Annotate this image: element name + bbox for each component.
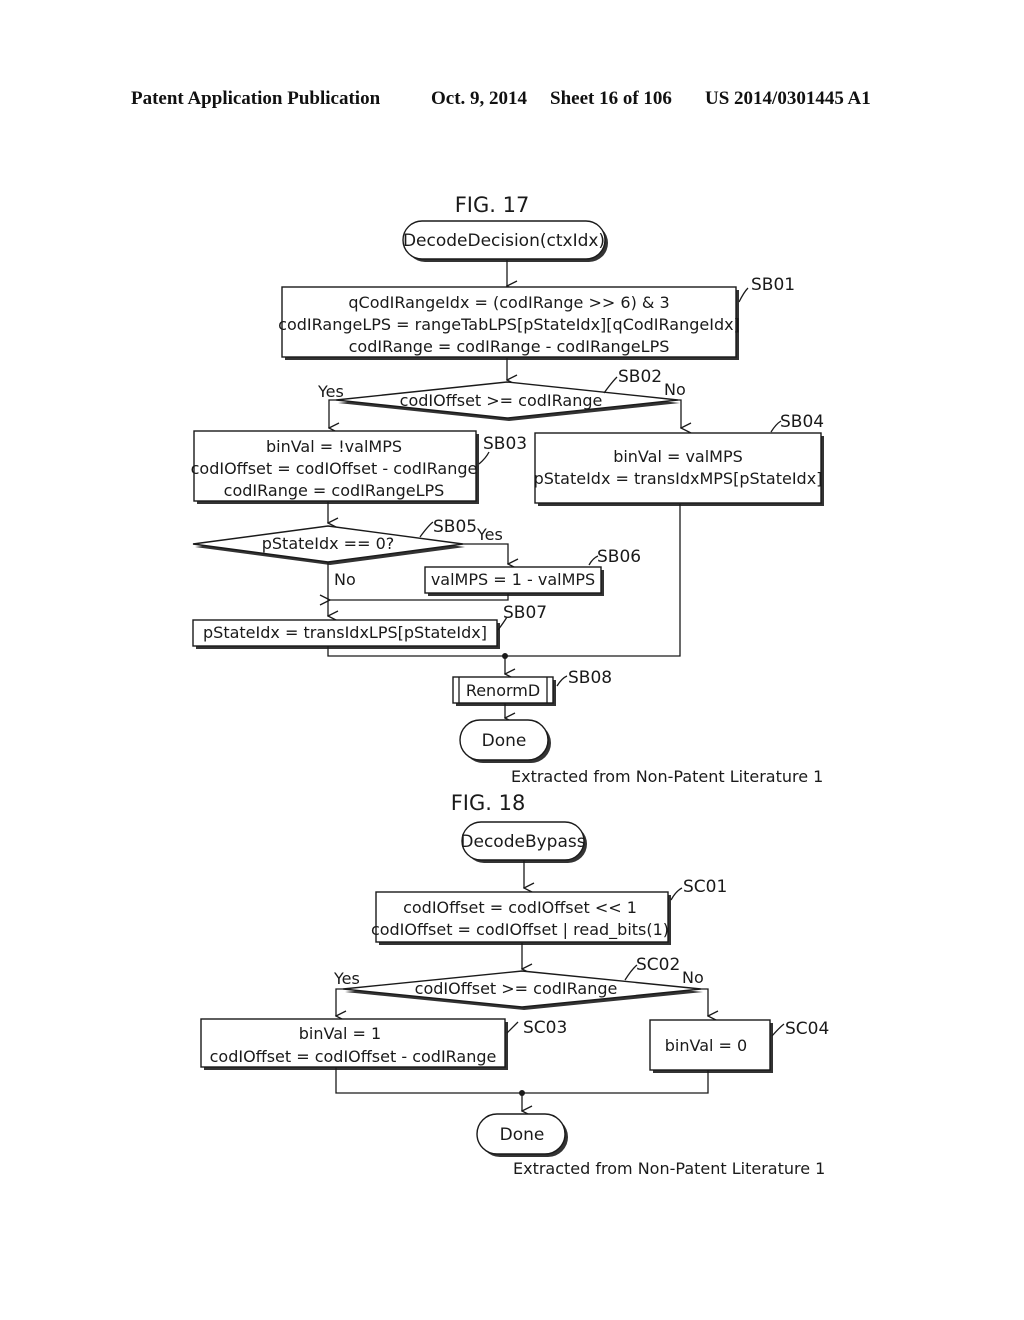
fig17-start-terminal: DecodeDecision(ctxIdx) — [402, 220, 608, 262]
sb05-condition: pStateIdx == 0? — [262, 534, 395, 553]
arrow-sb05-yes — [463, 543, 508, 564]
sc02-no-label: No — [682, 968, 704, 987]
fig18-end-terminal: Done — [476, 1113, 568, 1157]
sc04-label: SC04 — [785, 1019, 829, 1039]
sb07-text: pStateIdx = transIdxLPS[pStateIdx] — [203, 623, 487, 642]
sc01-line-2: codIOffset = codIOffset | read_bits(1) — [371, 920, 669, 940]
sb04-line-1: binVal = valMPS — [613, 447, 743, 466]
sc02-yes-label: Yes — [333, 969, 360, 988]
step-sc03: binVal = 1 codIOffset = codIOffset - cod… — [200, 1018, 508, 1070]
arrow-sc02-yes — [336, 988, 343, 1016]
sc04-text: binVal = 0 — [665, 1036, 747, 1055]
sb01-line-1: qCodIRangeIdx = (codIRange >> 6) & 3 — [348, 293, 669, 312]
arrow-sb02-yes — [329, 399, 336, 428]
sb03-line-1: binVal = !valMPS — [266, 437, 402, 456]
sb06-label: SB06 — [597, 547, 641, 567]
sb03-line-2: codIOffset = codIOffset - codIRange — [191, 459, 478, 478]
sb01-line-3: codIRange = codIRange - codIRangeLPS — [349, 337, 670, 356]
sc02-label: SC02 — [636, 955, 680, 975]
sc03-line-2: codIOffset = codIOffset - codIRange — [210, 1047, 497, 1066]
sb05-label: SB05 — [433, 517, 477, 537]
sb03-label: SB03 — [483, 434, 527, 454]
sb06-text: valMPS = 1 - valMPS — [431, 570, 595, 589]
fig18-start-terminal: DecodeBypass — [460, 821, 587, 863]
sb02-leader — [603, 376, 618, 394]
fig17-start-text: DecodeDecision(ctxIdx) — [403, 231, 605, 251]
sb02-label: SB02 — [618, 367, 662, 387]
sb05-leader — [419, 521, 434, 538]
fig17-end-terminal: Done — [459, 719, 551, 763]
step-sc01: codIOffset = codIOffset << 1 codIOffset … — [371, 891, 671, 945]
sb01-line-2: codIRangeLPS = rangeTabLPS[pStateIdx][qC… — [278, 315, 740, 334]
flowcharts: FIG. 17 DecodeDecision(ctxIdx) qCodIRang… — [191, 193, 830, 1178]
fig17-title: FIG. 17 — [455, 193, 530, 217]
arrow-sc02-no — [701, 988, 708, 1016]
fig18-title: FIG. 18 — [451, 791, 526, 815]
sc03-leader — [506, 1021, 519, 1034]
decision-sc02: codIOffset >= codIRange — [342, 970, 703, 1010]
sc03-label: SC03 — [523, 1018, 567, 1038]
fig18-end-text: Done — [500, 1125, 545, 1145]
sc01-line-1: codIOffset = codIOffset << 1 — [403, 898, 637, 917]
sb07-label: SB07 — [503, 603, 547, 623]
fig18-start-text: DecodeBypass — [460, 832, 585, 852]
sc02-condition: codIOffset >= codIRange — [415, 979, 618, 998]
step-sb08: RenormD — [452, 676, 556, 706]
step-sb01: qCodIRangeIdx = (codIRange >> 6) & 3 cod… — [278, 286, 740, 360]
sb03-line-3: codIRange = codIRangeLPS — [224, 481, 445, 500]
arrow-sb02-no — [678, 399, 681, 428]
step-sb04: binVal = valMPS pStateIdx = transIdxMPS[… — [534, 432, 824, 506]
fig17-source-note: Extracted from Non-Patent Literature 1 — [511, 767, 823, 786]
sc01-label: SC01 — [683, 877, 727, 897]
fig17-end-text: Done — [482, 731, 527, 751]
sc01-leader — [670, 887, 683, 901]
decision-sb02: codIOffset >= codIRange — [335, 381, 680, 421]
fig18-source-note: Extracted from Non-Patent Literature 1 — [513, 1159, 825, 1178]
step-sb06: valMPS = 1 - valMPS — [424, 566, 604, 596]
step-sb03: binVal = !valMPS codIOffset = codIOffset… — [191, 430, 479, 504]
sb04-label: SB04 — [780, 412, 824, 432]
sb02-no-label: No — [664, 380, 686, 399]
merge-line-fig18 — [335, 1067, 709, 1094]
step-sc04: binVal = 0 — [649, 1019, 773, 1073]
sc04-leader — [771, 1023, 785, 1037]
sb02-yes-label: Yes — [317, 382, 344, 401]
sb05-yes-label: Yes — [476, 525, 503, 544]
sb01-leader — [738, 287, 749, 303]
sb02-condition: codIOffset >= codIRange — [400, 391, 603, 410]
sc03-line-1: binVal = 1 — [299, 1024, 381, 1043]
sb01-label: SB01 — [751, 275, 795, 295]
sb08-label: SB08 — [568, 668, 612, 688]
step-sb07: pStateIdx = transIdxLPS[pStateIdx] — [192, 619, 500, 649]
sb08-leader — [556, 675, 568, 687]
sb04-line-2: pStateIdx = transIdxMPS[pStateIdx] — [534, 469, 823, 488]
sb08-text: RenormD — [466, 681, 540, 700]
sb05-no-label: No — [334, 570, 356, 589]
